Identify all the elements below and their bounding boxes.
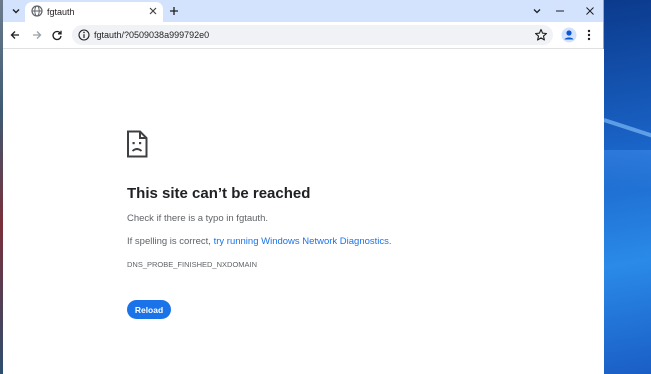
globe-icon: [31, 5, 43, 17]
back-arrow-icon[interactable]: [7, 27, 23, 43]
error-page: This site can’t be reached Check if ther…: [3, 49, 604, 374]
reload-icon[interactable]: [49, 27, 65, 43]
browser-window: fgtauth fgtauth/?0509038a999792e0 This s…: [3, 0, 604, 374]
close-icon[interactable]: [147, 5, 159, 17]
kebab-menu-icon[interactable]: [583, 27, 595, 43]
forward-arrow-icon[interactable]: [29, 27, 45, 43]
error-code: DNS_PROBE_FINISHED_NXDOMAIN: [127, 260, 258, 269]
tab-title: fgtauth: [47, 7, 75, 17]
tab-strip: fgtauth: [3, 0, 603, 22]
spelling-prefix: If spelling is correct,: [127, 236, 214, 247]
profile-icon[interactable]: [561, 27, 577, 43]
spelling-suffix: .: [388, 236, 392, 247]
desktop-light-glow: [604, 150, 651, 190]
toolbar: fgtauth/?0509038a999792e0: [3, 22, 603, 49]
desktop-background-right: [603, 0, 651, 374]
diagnostics-link[interactable]: try running Windows Network Diagnostics: [214, 236, 389, 247]
spelling-hint: If spelling is correct, try running Wind…: [127, 235, 392, 248]
star-icon[interactable]: [534, 28, 548, 42]
plus-icon[interactable]: [166, 3, 182, 19]
reload-button[interactable]: Reload: [127, 300, 171, 319]
url-text[interactable]: fgtauth/?0509038a999792e0: [94, 28, 209, 42]
desktop-light-streak: [603, 118, 651, 141]
tab-search-icon[interactable]: [8, 3, 24, 19]
tab-active[interactable]: fgtauth: [25, 2, 163, 22]
tab-list-chevron-icon[interactable]: [528, 2, 546, 20]
error-heading: This site can’t be reached: [127, 185, 311, 202]
maximize-button[interactable]: [554, 2, 572, 20]
typo-hint: Check if there is a typo in fgtauth.: [127, 213, 268, 224]
sad-page-icon: [127, 130, 148, 158]
window-close-icon[interactable]: [581, 2, 599, 20]
info-icon[interactable]: [78, 29, 90, 41]
address-bar[interactable]: fgtauth/?0509038a999792e0: [72, 25, 553, 45]
